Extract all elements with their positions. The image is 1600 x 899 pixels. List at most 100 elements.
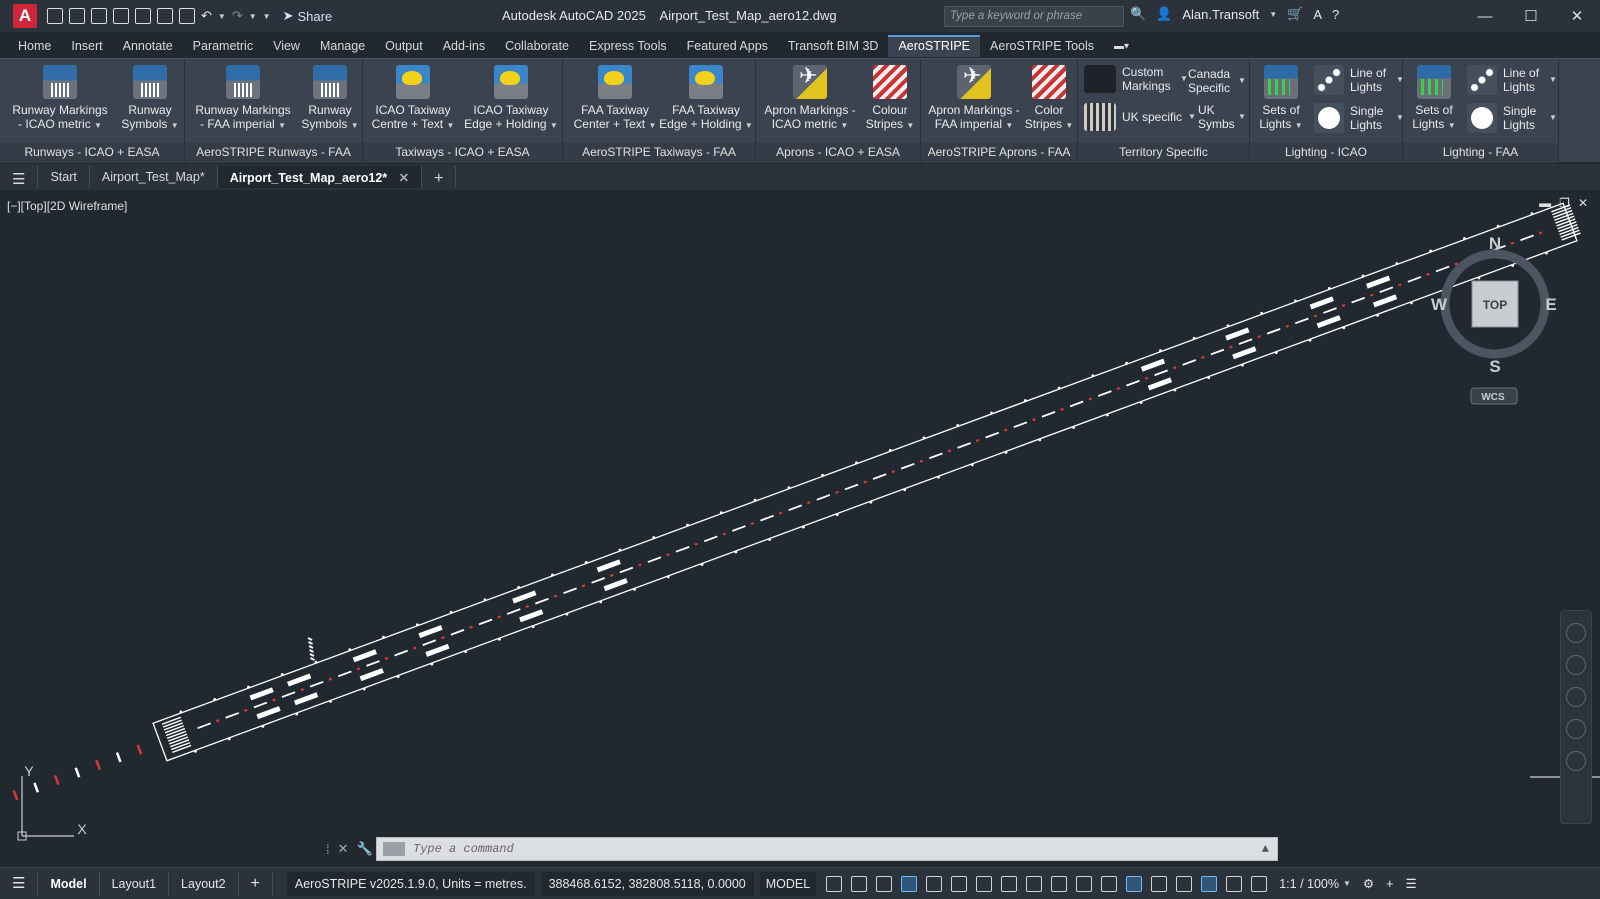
selection-filter-icon[interactable] (1151, 875, 1168, 892)
customize-toolbar-icon[interactable]: ▼ (263, 12, 271, 21)
panel-title[interactable]: Territory Specific (1078, 143, 1249, 163)
customization-menu-icon[interactable]: ☰ (1405, 876, 1416, 891)
tab-output[interactable]: Output (375, 35, 433, 57)
tab-annotate[interactable]: Annotate (113, 35, 183, 57)
tab-add-ins[interactable]: Add-ins (433, 35, 495, 57)
auto-scale-icon[interactable] (1226, 875, 1243, 892)
ribbon-minimize-icon[interactable]: ▬▾ (1104, 37, 1139, 56)
maximize-icon[interactable]: ☐ (1508, 0, 1554, 32)
tab-model[interactable]: Model (38, 871, 100, 896)
share-button[interactable]: ➤ Share (283, 8, 333, 24)
snap-icon[interactable] (851, 875, 868, 892)
polar-tracking-icon[interactable] (951, 875, 968, 892)
orbit-icon[interactable] (1566, 719, 1586, 739)
annotation-scale-selector[interactable]: 1:1 / 100% (1279, 877, 1339, 891)
tab-transoft-bim-3d[interactable]: Transoft BIM 3D (778, 35, 889, 57)
help-icon[interactable]: ? (1332, 7, 1339, 22)
panel-title[interactable]: Runways - ICAO + EASA (0, 143, 184, 163)
autocad-logo-button[interactable]: A (13, 4, 37, 28)
tab-parametric[interactable]: Parametric (183, 35, 263, 57)
tab-airport-test-map-aero12[interactable]: Airport_Test_Map_aero12* ✕ (217, 166, 423, 188)
coordinates-readout[interactable]: 388468.6152, 382808.5118, 0.0000 (540, 871, 754, 896)
tab-collaborate[interactable]: Collaborate (495, 35, 579, 57)
apron-markings-icao-button[interactable]: Apron Markings - ICAO metric ▼ (762, 65, 858, 133)
user-dropdown-icon[interactable]: ▼ (1269, 10, 1277, 19)
line-of-lights-faa-button[interactable]: Line of Lights ▼ (1467, 65, 1557, 95)
runway-markings-icao-button[interactable]: Runway Markings - ICAO metric ▼ (10, 65, 110, 133)
single-lights-faa-button[interactable]: Single Lights ▼ (1467, 103, 1557, 133)
faa-taxiway-center-button[interactable]: FAA Taxiway Center + Text ▼ (573, 65, 657, 133)
close-icon[interactable]: ✕ (1554, 0, 1600, 32)
tab-layout2[interactable]: Layout2 (169, 871, 239, 896)
steering-wheel-icon[interactable] (1566, 623, 1586, 643)
user-name[interactable]: Alan.Transoft (1182, 7, 1259, 22)
runway-symbols-faa-button[interactable]: Runway Symbols ▼ (300, 65, 360, 133)
panel-title[interactable]: Aprons - ICAO + EASA (756, 143, 920, 163)
panel-title[interactable]: AeroSTRIPE Taxiways - FAA (563, 143, 755, 163)
scale-dropdown-icon[interactable]: ▼ (1343, 879, 1351, 888)
panel-title[interactable]: Taxiways - ICAO + EASA (363, 143, 562, 163)
sets-of-lights-faa-button[interactable]: Sets of Lights ▼ (1409, 65, 1459, 133)
new-tab-button[interactable]: + (422, 166, 457, 188)
layout-menu-icon[interactable]: ☰ (0, 871, 39, 896)
tab-express-tools[interactable]: Express Tools (579, 35, 677, 57)
panel-title[interactable]: Lighting - ICAO (1250, 143, 1402, 163)
lineweight-icon[interactable] (1026, 875, 1043, 892)
print-icon[interactable] (179, 8, 195, 24)
line-of-lights-icao-button[interactable]: Line of Lights ▼ (1314, 65, 1404, 95)
faa-taxiway-edge-button[interactable]: FAA Taxiway Edge + Holding ▼ (659, 65, 753, 133)
command-input[interactable]: Type a command ▲ (376, 837, 1278, 861)
help-search-input[interactable]: Type a keyword or phrase (944, 6, 1124, 27)
dynamic-input-icon[interactable] (901, 875, 918, 892)
viewport-minimize-icon[interactable]: ▬ (1539, 196, 1551, 210)
tab-airport-test-map[interactable]: Airport_Test_Map* (90, 166, 218, 188)
viewport-restore-icon[interactable]: ❐ (1559, 196, 1570, 210)
annotation-visibility-icon[interactable] (1201, 875, 1218, 892)
tab-featured-apps[interactable]: Featured Apps (677, 35, 778, 57)
panel-title[interactable]: AeroSTRIPE Aprons - FAA (921, 143, 1077, 163)
zoom-icon[interactable] (1566, 687, 1586, 707)
ortho-icon[interactable] (926, 875, 943, 892)
customize-command-icon[interactable]: 🔧 (357, 841, 373, 857)
search-icon[interactable]: 🔍 (1130, 6, 1146, 22)
infer-constraints-icon[interactable] (876, 875, 893, 892)
panel-title[interactable]: AeroSTRIPE Runways - FAA (185, 143, 362, 163)
sets-of-lights-icao-button[interactable]: Sets of Lights ▼ (1256, 65, 1306, 133)
import-icon[interactable] (135, 8, 151, 24)
command-history-icon[interactable]: ▲ (1262, 842, 1269, 856)
drawing-viewport[interactable]: TOP N S E W WCS Y X [−][Top][2D Wireframe] ▬ ❐ … (0, 192, 1600, 846)
color-stripes-button[interactable]: Color Stripes ▼ (1023, 65, 1075, 133)
user-icon[interactable]: 👤 (1156, 6, 1172, 22)
redo-dropdown-icon[interactable]: ▼ (249, 12, 257, 21)
dynamic-ucs-icon[interactable] (1126, 875, 1143, 892)
object-snap-tracking-icon[interactable] (976, 875, 993, 892)
tab-manage[interactable]: Manage (310, 35, 375, 57)
close-command-icon[interactable]: ✕ (338, 841, 349, 857)
tab-view[interactable]: View (263, 35, 310, 57)
tab-home[interactable]: Home (8, 35, 61, 57)
icao-taxiway-edge-button[interactable]: ICAO Taxiway Edge + Holding ▼ (463, 65, 559, 133)
viewport-controls-label[interactable]: [−][Top][2D Wireframe] (7, 199, 127, 213)
3d-osnap-icon[interactable] (1101, 875, 1118, 892)
icao-taxiway-centre-button[interactable]: ICAO Taxiway Centre + Text ▼ (369, 65, 457, 133)
undo-icon[interactable]: ↶ (201, 8, 212, 24)
cart-icon[interactable]: 🛒 (1287, 6, 1303, 22)
uk-symbs-button[interactable]: UK Symbs ▼ (1198, 103, 1246, 131)
open-file-icon[interactable] (69, 8, 85, 24)
tab-aerostripe-tools[interactable]: AeroSTRIPE Tools (980, 35, 1104, 57)
selection-cycling-icon[interactable] (1076, 875, 1093, 892)
runway-symbols-icao-button[interactable]: Runway Symbols ▼ (120, 65, 180, 133)
new-file-icon[interactable] (47, 8, 63, 24)
transparency-icon[interactable] (1051, 875, 1068, 892)
canada-specific-button[interactable]: Canada Specific ▼ (1188, 67, 1248, 95)
model-space-toggle[interactable]: MODEL (759, 871, 817, 896)
panel-title[interactable]: Lighting - FAA (1403, 143, 1558, 163)
new-layout-button[interactable]: + (239, 871, 273, 896)
pan-icon[interactable] (1566, 655, 1586, 675)
custom-markings-button[interactable]: Custom Markings ▼ (1084, 65, 1188, 93)
workspace-gear-icon[interactable]: ⚙ (1363, 876, 1374, 891)
close-tab-icon[interactable]: ✕ (399, 171, 409, 185)
single-lights-icao-button[interactable]: Single Lights ▼ (1314, 103, 1404, 133)
showmotion-icon[interactable] (1566, 751, 1586, 771)
object-snap-icon[interactable] (1001, 875, 1018, 892)
